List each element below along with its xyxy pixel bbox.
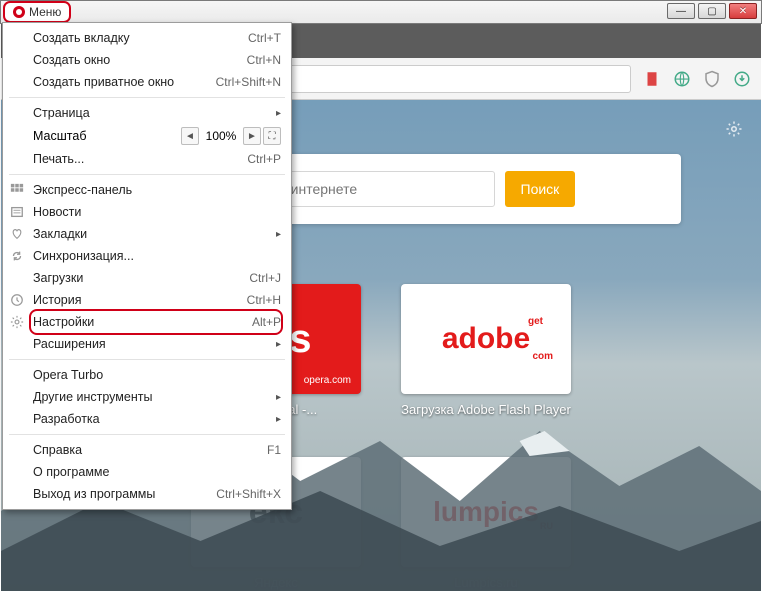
main-menu: Создать вкладкуCtrl+T Создать окноCtrl+N… [2, 22, 292, 510]
menu-developer[interactable]: Разработка▸ [3, 408, 291, 430]
chevron-right-icon: ▸ [276, 229, 281, 240]
grid-icon [9, 182, 25, 198]
menu-separator [9, 97, 285, 98]
menu-help[interactable]: СправкаF1 [3, 439, 291, 461]
menu-settings[interactable]: НастройкиAlt+P [3, 311, 291, 333]
menu-bookmarks[interactable]: Закладки▸ [3, 223, 291, 245]
chevron-right-icon: ▸ [276, 414, 281, 425]
menu-news[interactable]: Новости [3, 201, 291, 223]
menu-downloads[interactable]: ЗагрузкиCtrl+J [3, 267, 291, 289]
menu-page[interactable]: Страница▸ [3, 102, 291, 124]
maximize-button[interactable]: ▢ [698, 3, 726, 19]
menu-separator [9, 434, 285, 435]
menu-exit[interactable]: Выход из программыCtrl+Shift+X [3, 483, 291, 505]
shield-icon[interactable] [703, 70, 721, 88]
menu-new-tab[interactable]: Создать вкладкуCtrl+T [3, 27, 291, 49]
heart-icon [9, 226, 25, 242]
menu-opera-turbo[interactable]: Opera Turbo [3, 364, 291, 386]
zoom-fullscreen-button[interactable]: ⛶ [263, 127, 281, 145]
chevron-right-icon: ▸ [276, 108, 281, 119]
minimize-button[interactable]: — [667, 3, 695, 19]
menu-button-label: Меню [29, 5, 61, 19]
search-button[interactable]: Поиск [505, 171, 576, 207]
history-icon [9, 292, 25, 308]
menu-history[interactable]: ИсторияCtrl+H [3, 289, 291, 311]
menu-separator [9, 359, 285, 360]
menu-sync[interactable]: Синхронизация... [3, 245, 291, 267]
menu-separator [9, 174, 285, 175]
window-titlebar: Меню — ▢ ✕ [0, 0, 762, 24]
menu-new-window[interactable]: Создать окноCtrl+N [3, 49, 291, 71]
sync-icon [9, 248, 25, 264]
close-button[interactable]: ✕ [729, 3, 757, 19]
chevron-right-icon: ▸ [276, 392, 281, 403]
window-controls: — ▢ ✕ [667, 3, 757, 19]
zoom-out-button[interactable]: ◄ [181, 127, 199, 145]
menu-other-tools[interactable]: Другие инструменты▸ [3, 386, 291, 408]
tile-thumbnail: get adobe com [401, 284, 571, 394]
globe-icon[interactable] [673, 70, 691, 88]
menu-new-private-window[interactable]: Создать приватное окноCtrl+Shift+N [3, 71, 291, 93]
menu-about[interactable]: О программе [3, 461, 291, 483]
settings-gear-icon[interactable] [725, 120, 743, 138]
news-icon [9, 204, 25, 220]
menu-print[interactable]: Печать...Ctrl+P [3, 148, 291, 170]
bookmark-icon[interactable] [643, 70, 661, 88]
menu-button[interactable]: Меню [3, 1, 71, 23]
gear-icon [9, 314, 25, 330]
zoom-in-button[interactable]: ► [243, 127, 261, 145]
opera-icon [13, 6, 25, 18]
download-icon[interactable] [733, 70, 751, 88]
chevron-right-icon: ▸ [276, 339, 281, 350]
menu-speed-dial[interactable]: Экспресс-панель [3, 179, 291, 201]
zoom-value: 100% [201, 129, 241, 143]
menu-extensions[interactable]: Расширения▸ [3, 333, 291, 355]
menu-zoom: Масштаб ◄ 100% ► ⛶ [3, 124, 291, 148]
